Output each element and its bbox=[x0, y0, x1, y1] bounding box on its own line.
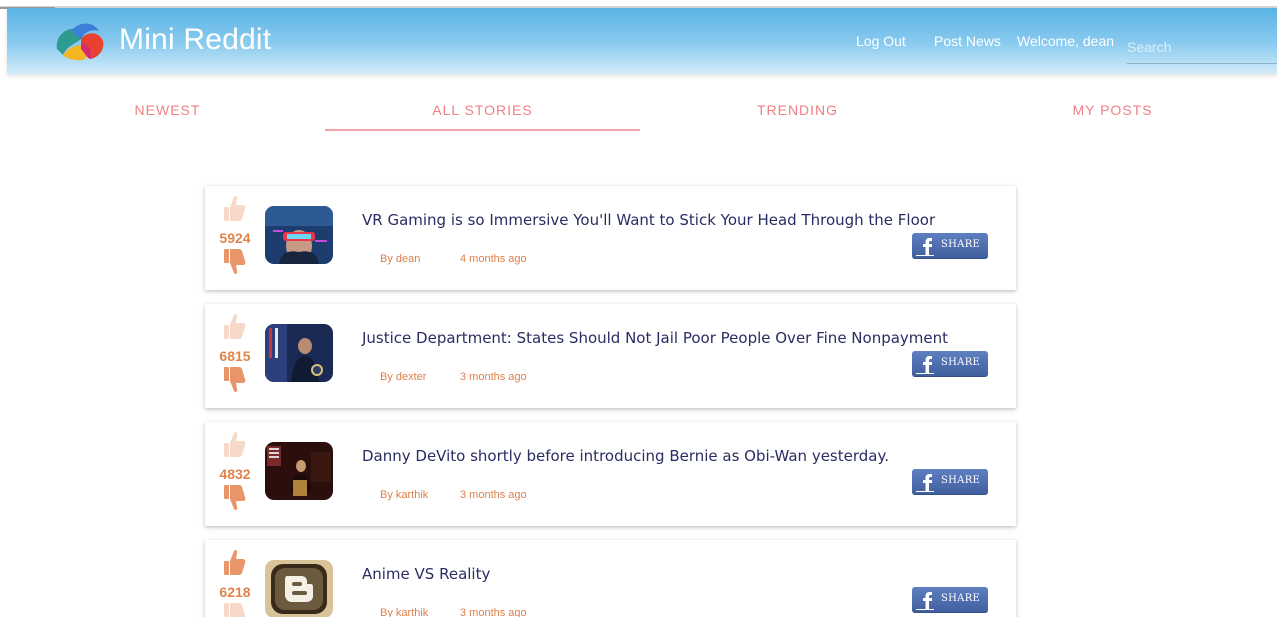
thumbs-up-icon[interactable] bbox=[221, 548, 247, 576]
thumbs-up-icon[interactable] bbox=[221, 430, 247, 458]
vote-score: 5924 bbox=[219, 230, 251, 246]
thumbs-down-icon[interactable] bbox=[221, 602, 247, 617]
blogger-logo-icon[interactable] bbox=[265, 560, 333, 617]
share-label: SHARE bbox=[941, 593, 981, 604]
post-author[interactable]: By karthik bbox=[380, 607, 428, 617]
post-author[interactable]: By dean bbox=[380, 253, 420, 265]
thumbs-down-icon[interactable] bbox=[221, 248, 247, 276]
thumbs-up-icon[interactable] bbox=[221, 312, 247, 340]
post-card: 5924 VR Gaming is so Immersive You'll Wa… bbox=[205, 186, 1016, 290]
vote-score: 6218 bbox=[219, 584, 251, 600]
thumbs-down-icon[interactable] bbox=[221, 366, 247, 394]
post-title[interactable]: Anime VS Reality bbox=[362, 565, 490, 583]
post-timestamp: 3 months ago bbox=[460, 607, 527, 617]
podium-speaker-photo-icon[interactable] bbox=[265, 324, 333, 382]
share-label: SHARE bbox=[941, 357, 981, 368]
active-tab-indicator bbox=[325, 129, 640, 131]
tab-my-posts[interactable]: MY POSTS bbox=[955, 96, 1270, 132]
thumbs-down-icon[interactable] bbox=[221, 484, 247, 512]
post-news-link[interactable]: Post News bbox=[934, 33, 1001, 49]
logout-link[interactable]: Log Out bbox=[856, 33, 906, 49]
tab-all-stories[interactable]: ALL STORIES bbox=[325, 96, 640, 132]
share-label: SHARE bbox=[941, 239, 981, 250]
welcome-text: Welcome, dean bbox=[1017, 33, 1115, 49]
brand-title[interactable]: Mini Reddit bbox=[119, 23, 271, 57]
facebook-share-button[interactable]: SHARE bbox=[912, 587, 988, 613]
vote-score: 4832 bbox=[219, 466, 251, 482]
facebook-share-button[interactable]: SHARE bbox=[912, 233, 988, 259]
vote-score: 6815 bbox=[219, 348, 251, 364]
post-card: 6218 Anime VS Reality By karthik 3 month… bbox=[205, 540, 1016, 617]
story-tabs: NEWEST ALL STORIES TRENDING MY POSTS bbox=[10, 96, 1270, 132]
facebook-icon bbox=[923, 356, 932, 373]
post-timestamp: 3 months ago bbox=[460, 371, 527, 383]
tab-trending[interactable]: TRENDING bbox=[640, 96, 955, 132]
facebook-icon bbox=[923, 474, 932, 491]
post-card: 6815 Justice Department: States Should N… bbox=[205, 304, 1016, 408]
facebook-share-button[interactable]: SHARE bbox=[912, 469, 988, 495]
post-card: 4832 Danny DeVito shortly before introdu… bbox=[205, 422, 1016, 526]
post-title[interactable]: Justice Department: States Should Not Ja… bbox=[362, 329, 948, 347]
facebook-icon bbox=[923, 592, 932, 609]
brand-logo-icon[interactable] bbox=[53, 19, 107, 61]
tab-newest[interactable]: NEWEST bbox=[10, 96, 325, 132]
stage-speaker-photo-icon[interactable] bbox=[265, 442, 333, 500]
window-top-edge bbox=[0, 0, 1277, 9]
navbar: Mini Reddit Log Out Post News Welcome, d… bbox=[7, 8, 1277, 74]
facebook-icon bbox=[923, 238, 932, 255]
post-author[interactable]: By karthik bbox=[380, 489, 428, 501]
share-label: SHARE bbox=[941, 475, 981, 486]
facebook-share-button[interactable]: SHARE bbox=[912, 351, 988, 377]
thumbs-up-icon[interactable] bbox=[221, 194, 247, 222]
post-title[interactable]: Danny DeVito shortly before introducing … bbox=[362, 447, 889, 465]
vr-headset-photo-icon[interactable] bbox=[265, 206, 333, 264]
post-title[interactable]: VR Gaming is so Immersive You'll Want to… bbox=[362, 211, 935, 229]
search-input[interactable] bbox=[1127, 30, 1277, 64]
post-timestamp: 3 months ago bbox=[460, 489, 527, 501]
post-timestamp: 4 months ago bbox=[460, 253, 527, 265]
post-author[interactable]: By dexter bbox=[380, 371, 426, 383]
